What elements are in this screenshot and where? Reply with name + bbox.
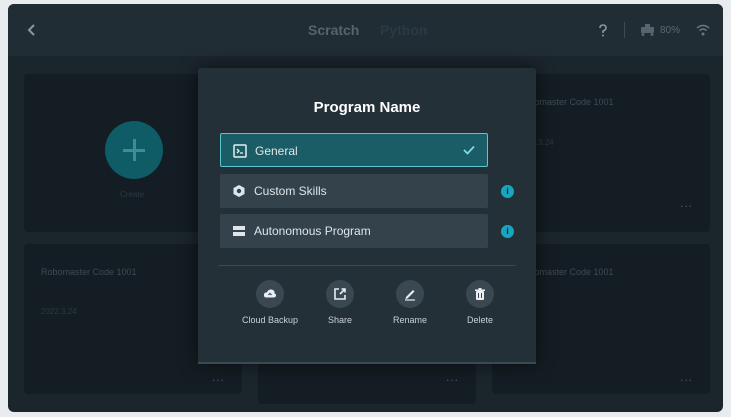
app-screen: Scratch Python 80% Create Robomaster Cod… [8, 4, 723, 412]
back-icon[interactable] [24, 22, 40, 38]
rename-icon [396, 280, 424, 308]
more-icon[interactable]: ... [212, 370, 225, 384]
option-label: General [255, 144, 298, 158]
cloud-backup-icon [256, 280, 284, 308]
option-label: Custom Skills [254, 184, 327, 198]
robot-icon [641, 24, 654, 36]
create-label: Create [120, 190, 145, 199]
more-icon[interactable]: ... [680, 196, 693, 210]
check-icon [463, 145, 475, 155]
top-bar: Scratch Python 80% [8, 4, 723, 56]
card-date: 2022.3.24 [41, 307, 77, 316]
delete-icon [466, 280, 494, 308]
custom-skills-icon [233, 185, 245, 197]
card-title: Robomaster Code 1001 [41, 267, 137, 277]
action-label: Rename [392, 315, 428, 325]
share-icon [326, 280, 354, 308]
option-label: Autonomous Program [254, 224, 371, 238]
dialog-bottom-edge [198, 362, 536, 364]
autonomous-icon [233, 226, 245, 236]
cloud-backup-button[interactable]: Cloud Backup [240, 280, 300, 326]
action-label: Delete [466, 315, 493, 325]
rename-button[interactable]: Rename [380, 280, 440, 326]
tab-python[interactable]: Python [380, 22, 427, 38]
more-icon[interactable]: ... [680, 370, 693, 384]
more-icon[interactable]: ... [446, 370, 459, 384]
plus-icon[interactable] [105, 121, 163, 179]
action-label: Cloud Backup [241, 315, 299, 325]
action-label: Share [327, 315, 353, 325]
option-autonomous-program[interactable]: Autonomous Program [220, 214, 488, 248]
dialog-divider [218, 265, 516, 266]
info-icon[interactable]: i [501, 225, 514, 238]
program-card[interactable] [258, 364, 476, 404]
dialog-title: Program Name [313, 99, 421, 116]
program-type-dialog: Program Name General Custom Skills i Aut… [198, 68, 536, 364]
topbar-divider [624, 22, 625, 38]
help-icon[interactable] [596, 23, 610, 37]
general-icon [233, 144, 247, 158]
share-button[interactable]: Share [310, 280, 370, 326]
info-icon[interactable]: i [501, 185, 514, 198]
tab-scratch[interactable]: Scratch [308, 22, 359, 38]
option-custom-skills[interactable]: Custom Skills [220, 174, 488, 208]
wifi-icon [696, 24, 710, 36]
delete-button[interactable]: Delete [450, 280, 510, 326]
battery-level: 80% [660, 25, 681, 36]
option-general[interactable]: General [220, 133, 488, 167]
